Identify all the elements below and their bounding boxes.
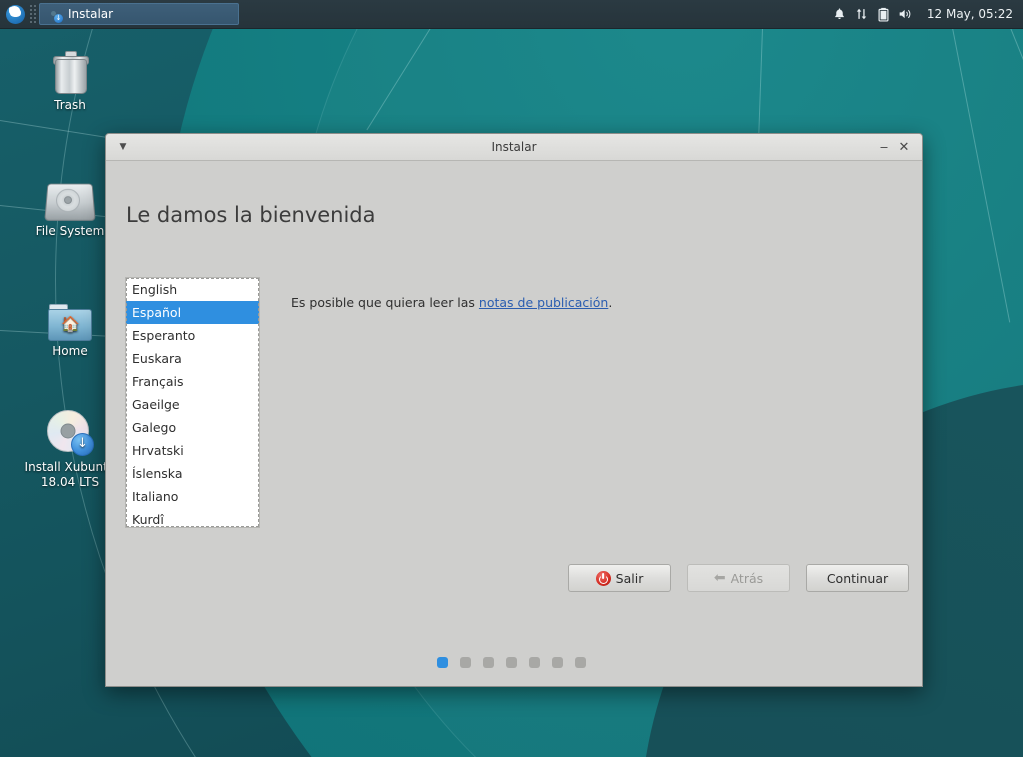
language-item[interactable]: Gaeilge bbox=[126, 393, 259, 416]
window-titlebar[interactable]: ▼ Instalar ‒ ✕ bbox=[106, 134, 922, 161]
taskbar-window-button-instalar[interactable]: ↓ Instalar bbox=[39, 3, 239, 25]
notification-bell-icon[interactable] bbox=[829, 0, 851, 28]
release-notes-prefix: Es posible que quiera leer las bbox=[291, 295, 479, 310]
volume-icon[interactable] bbox=[895, 0, 917, 28]
back-button-label: Atrás bbox=[730, 570, 764, 586]
language-item[interactable]: Euskara bbox=[126, 347, 259, 370]
release-notes-suffix: . bbox=[608, 295, 613, 310]
step-dot-1 bbox=[437, 657, 448, 668]
language-item[interactable]: Íslenska bbox=[126, 462, 259, 485]
step-dot-6 bbox=[552, 657, 563, 668]
step-dot-2 bbox=[460, 657, 471, 668]
window-title: Instalar bbox=[491, 140, 537, 154]
back-button[interactable]: ⬅ Atrás bbox=[687, 564, 790, 592]
arrow-left-icon: ⬅ bbox=[713, 570, 726, 586]
window-buttons: ‒ ✕ bbox=[874, 136, 922, 158]
continue-button[interactable]: Continuar bbox=[806, 564, 909, 592]
network-updown-icon[interactable] bbox=[851, 0, 873, 28]
xfce-mouse-logo-icon bbox=[5, 4, 25, 24]
installer-window: ▼ Instalar ‒ ✕ Le damos la bienvenida En… bbox=[105, 133, 923, 687]
step-dot-5 bbox=[529, 657, 540, 668]
language-item-selected[interactable]: Español bbox=[126, 301, 259, 324]
trash-icon bbox=[20, 42, 120, 94]
clock[interactable]: 12 May, 05:22 bbox=[927, 7, 1013, 21]
step-dot-3 bbox=[483, 657, 494, 668]
desktop-icon-trash[interactable]: Trash bbox=[20, 42, 120, 113]
quit-button[interactable]: Salir bbox=[568, 564, 671, 592]
language-item[interactable]: English bbox=[126, 278, 259, 301]
page-title: Le damos la bienvenida bbox=[126, 203, 376, 227]
quit-button-label: Salir bbox=[615, 570, 644, 586]
language-list[interactable]: English Español Esperanto Euskara França… bbox=[125, 277, 260, 528]
power-icon bbox=[595, 570, 611, 586]
step-dot-7 bbox=[575, 657, 586, 668]
top-panel: ↓ Instalar 12 May, 05:22 bbox=[0, 0, 1023, 29]
applications-menu-button[interactable] bbox=[2, 1, 28, 27]
language-item[interactable]: Français bbox=[126, 370, 259, 393]
language-item[interactable]: Italiano bbox=[126, 485, 259, 508]
language-item[interactable]: Hrvatski bbox=[126, 439, 259, 462]
system-tray: 12 May, 05:22 bbox=[829, 0, 1023, 28]
continue-button-label: Continuar bbox=[826, 570, 889, 586]
taskbar-window-label: Instalar bbox=[68, 7, 114, 21]
desktop-screen: ↓ Instalar 12 May, 05:22 Trash File Syst… bbox=[0, 0, 1023, 757]
language-item[interactable]: Galego bbox=[126, 416, 259, 439]
panel-handle-icon[interactable] bbox=[29, 4, 36, 24]
step-indicator bbox=[437, 657, 586, 668]
language-item[interactable]: Kurdî bbox=[126, 508, 259, 527]
desktop-icon-label: Trash bbox=[54, 98, 86, 112]
minimize-icon[interactable]: ‒ bbox=[874, 136, 894, 158]
battery-icon[interactable] bbox=[873, 0, 895, 28]
language-item[interactable]: Esperanto bbox=[126, 324, 259, 347]
installer-content: Le damos la bienvenida English Español E… bbox=[106, 161, 922, 686]
close-icon[interactable]: ✕ bbox=[894, 136, 914, 158]
release-notes-link[interactable]: notas de publicación bbox=[479, 295, 608, 310]
release-notes-text: Es posible que quiera leer las notas de … bbox=[291, 295, 612, 310]
installer-disc-icon: ↓ bbox=[54, 14, 63, 23]
step-dot-4 bbox=[506, 657, 517, 668]
dialog-button-row: Salir ⬅ Atrás Continuar bbox=[568, 564, 909, 592]
